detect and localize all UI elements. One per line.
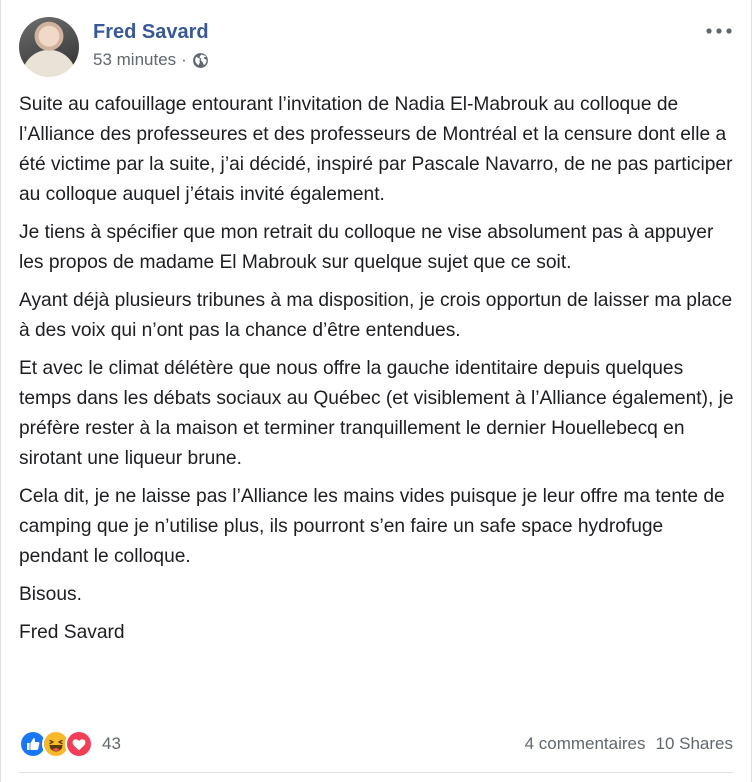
reaction-count[interactable]: 43 <box>102 734 121 754</box>
avatar[interactable] <box>19 17 79 77</box>
post-stats: 4 commentaires 10 Shares <box>525 734 733 754</box>
footer-divider <box>19 772 733 773</box>
post-signature: Fred Savard <box>19 622 125 643</box>
more-options-icon[interactable] <box>705 21 733 41</box>
post-paragraph: Bisous. <box>19 584 82 605</box>
post-footer: 43 4 commentaires 10 Shares <box>19 730 733 758</box>
timestamp[interactable]: 53 minutes <box>93 50 176 70</box>
post-header: Fred Savard 53 minutes · <box>19 17 733 77</box>
post-paragraph: Suite au cafouillage entourant l’invitat… <box>19 94 733 205</box>
post-paragraph: Cela dit, je ne laisse pas l’Alliance le… <box>19 486 725 567</box>
post-paragraph: Ayant déjà plusieurs tribunes à ma dispo… <box>19 290 733 341</box>
post-paragraph: Et avec le climat délétère que nous offr… <box>19 358 734 469</box>
post-meta: 53 minutes · <box>93 50 209 70</box>
facebook-post: Fred Savard 53 minutes · Suite au cafoui… <box>0 0 752 782</box>
post-body: Suite au cafouillage entourant l’invitat… <box>19 90 737 656</box>
love-icon <box>65 730 93 758</box>
reactions-summary[interactable]: 43 <box>19 730 121 758</box>
meta-separator: · <box>181 50 187 69</box>
globe-icon[interactable] <box>192 52 209 69</box>
shares-count-link[interactable]: 10 Shares <box>656 734 734 754</box>
comments-count-link[interactable]: 4 commentaires <box>525 734 646 754</box>
author-name[interactable]: Fred Savard <box>93 21 209 44</box>
post-paragraph: Je tiens à spécifier que mon retrait du … <box>19 222 714 273</box>
